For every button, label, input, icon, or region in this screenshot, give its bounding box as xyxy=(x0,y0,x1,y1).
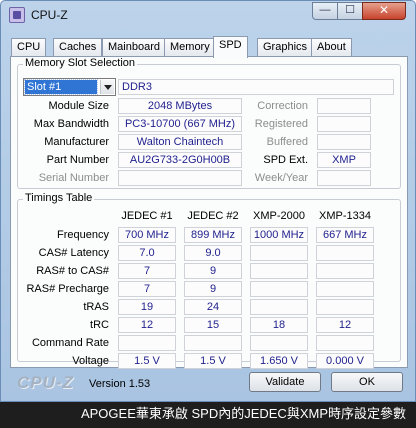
max-bandwidth-label: Max Bandwidth xyxy=(33,118,109,130)
timings-row-label: Voltage xyxy=(72,355,109,367)
timings-cell: 9.0 xyxy=(184,245,242,261)
manufacturer-value: Walton Chaintech xyxy=(118,134,242,150)
timings-cell xyxy=(250,299,308,315)
timings-cell xyxy=(316,245,374,261)
registered-value xyxy=(317,116,371,132)
timings-cell: 1.5 V xyxy=(118,353,176,369)
slot-select[interactable]: Slot #1 xyxy=(23,78,116,96)
timings-cell xyxy=(118,335,176,351)
week-year-value xyxy=(317,170,371,186)
timings-cell xyxy=(184,335,242,351)
timings-cell: 667 MHz xyxy=(316,227,374,243)
part-number-value: AU2G733-2G0H00B xyxy=(118,152,242,168)
module-size-value: 2048 MBytes xyxy=(118,98,242,114)
tab-cpu[interactable]: CPU xyxy=(11,38,47,57)
timings-cell xyxy=(316,299,374,315)
spd-panel: Memory Slot Selection Slot #1 DDR3 Modul… xyxy=(10,56,408,369)
timings-row-label: tRC xyxy=(90,319,109,331)
timings-row-label: Frequency xyxy=(57,229,109,241)
timings-cell: 7 xyxy=(118,263,176,279)
tab-spd[interactable]: SPD xyxy=(213,36,248,58)
timings-cell: 9 xyxy=(184,263,242,279)
title-bar[interactable]: CPU-Z — ☐ ✕ xyxy=(1,1,415,31)
correction-label: Correction xyxy=(257,100,308,112)
timings-cell: 9 xyxy=(184,281,242,297)
correction-value xyxy=(317,98,371,114)
timings-cell: 7 xyxy=(118,281,176,297)
tab-memory[interactable]: Memory xyxy=(164,38,216,57)
timings-row-label: Command Rate xyxy=(31,337,109,349)
timings-cell: 19 xyxy=(118,299,176,315)
registered-label: Registered xyxy=(254,118,308,130)
timings-row-label: CAS# Latency xyxy=(38,247,109,259)
part-number-label: Part Number xyxy=(46,154,109,166)
serial-number-value xyxy=(118,170,242,186)
close-button[interactable]: ✕ xyxy=(362,2,406,20)
slot-select-value: Slot #1 xyxy=(24,79,98,95)
timings-cell: 700 MHz xyxy=(118,227,176,243)
tab-caches[interactable]: Caches xyxy=(53,38,103,57)
timings-cell: 12 xyxy=(316,317,374,333)
spd-ext-label: SPD Ext. xyxy=(263,154,308,166)
timings-cell xyxy=(250,335,308,351)
tab-mainboard[interactable]: Mainboard xyxy=(102,38,166,57)
timings-row-label: RAS# Precharge xyxy=(26,283,109,295)
timings-cell: 7.0 xyxy=(118,245,176,261)
timings-cell xyxy=(316,263,374,279)
timings-cell: 12 xyxy=(118,317,176,333)
timings-cell xyxy=(316,335,374,351)
cpuz-logo: CPU-Z xyxy=(17,373,74,392)
timings-cell xyxy=(250,263,308,279)
timings-column-header: JEDEC #1 xyxy=(121,210,173,222)
memory-slot-group-title: Memory Slot Selection xyxy=(23,57,138,69)
timings-cell: 0.000 V xyxy=(316,353,374,369)
window-title: CPU-Z xyxy=(31,8,68,22)
chevron-down-icon[interactable] xyxy=(100,80,114,94)
timings-cell: 18 xyxy=(250,317,308,333)
timings-cell xyxy=(250,245,308,261)
memory-slot-group: Memory Slot Selection Slot #1 DDR3 Modul… xyxy=(17,57,401,189)
maximize-button[interactable]: ☐ xyxy=(337,2,363,20)
minimize-button[interactable]: — xyxy=(312,2,338,20)
image-caption: APOGEE華東承啟 SPD內的JEDEC與XMP時序設定參數 xyxy=(0,402,416,428)
timings-column-header: JEDEC #2 xyxy=(187,210,239,222)
memory-type-value: DDR3 xyxy=(118,79,394,95)
ok-button[interactable]: OK xyxy=(331,372,403,392)
timings-cell xyxy=(316,281,374,297)
manufacturer-label: Manufacturer xyxy=(44,136,109,148)
cpuz-app-icon xyxy=(9,7,25,23)
timings-cell: 899 MHz xyxy=(184,227,242,243)
timings-cell: 24 xyxy=(184,299,242,315)
cpuz-window: CPU-Z — ☐ ✕ CPU Caches Mainboard Memory … xyxy=(0,0,416,402)
buffered-value xyxy=(317,134,371,150)
week-year-label: Week/Year xyxy=(254,172,308,184)
max-bandwidth-value: PC3-10700 (667 MHz) xyxy=(118,116,242,132)
timings-column-header: XMP-2000 xyxy=(253,210,305,222)
buffered-label: Buffered xyxy=(266,136,308,148)
timings-cell: 1.650 V xyxy=(250,353,308,369)
timings-cell xyxy=(250,281,308,297)
timings-cell: 1.5 V xyxy=(184,353,242,369)
tab-graphics[interactable]: Graphics xyxy=(257,38,314,57)
spd-ext-value: XMP xyxy=(317,152,371,168)
timings-column-header: XMP-1334 xyxy=(319,210,371,222)
timings-row-label: RAS# to CAS# xyxy=(36,265,109,277)
timings-group: Timings Table JEDEC #1 JEDEC #2 XMP-2000 XM… xyxy=(17,192,401,369)
serial-number-label: Serial Number xyxy=(38,172,109,184)
module-size-label: Module Size xyxy=(48,100,109,112)
tab-about[interactable]: About xyxy=(311,38,352,57)
version-label: Version 1.53 xyxy=(89,378,151,390)
timings-row-label: tRAS xyxy=(83,301,109,313)
timings-cell: 1000 MHz xyxy=(250,227,308,243)
validate-button[interactable]: Validate xyxy=(249,372,321,392)
tab-strip: CPU Caches Mainboard Memory SPD Graphics… xyxy=(11,36,411,58)
timings-cell: 15 xyxy=(184,317,242,333)
timings-group-title: Timings Table xyxy=(23,192,95,204)
